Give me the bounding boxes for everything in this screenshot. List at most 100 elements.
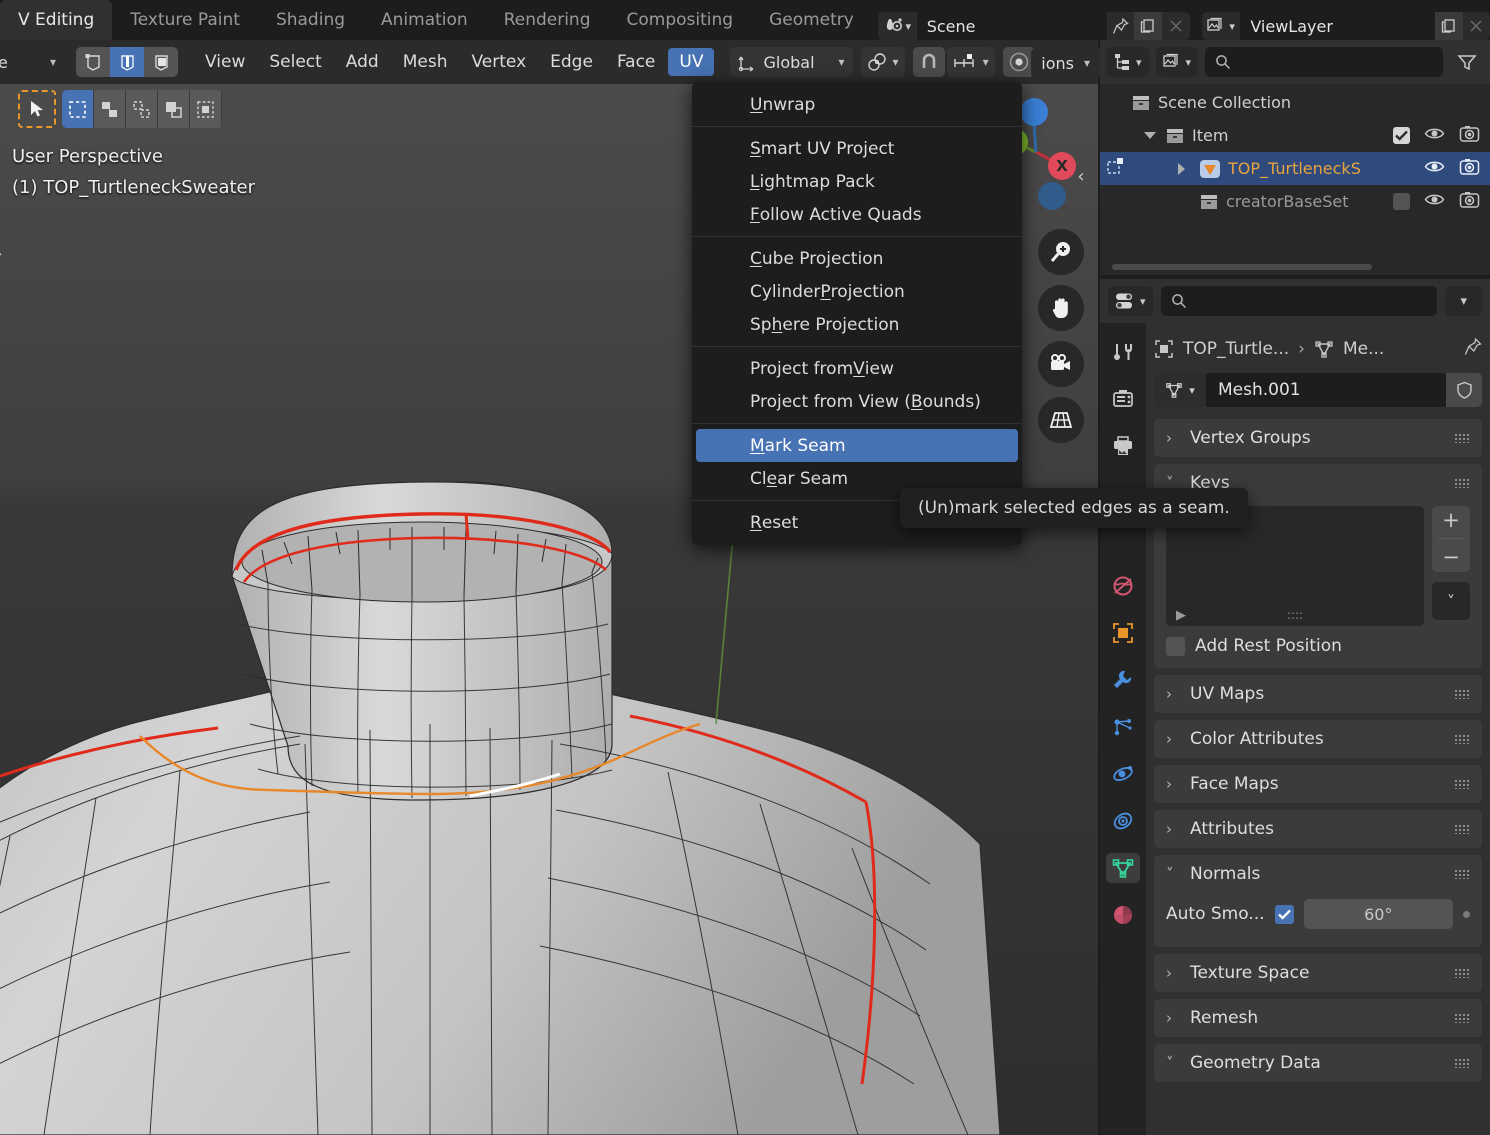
transform-orientation-dropdown[interactable]: Global ▾ <box>730 47 852 77</box>
gizmo-axis-z-neg[interactable] <box>1038 182 1066 210</box>
delete-scene-icon[interactable] <box>1162 12 1190 40</box>
gizmo-axis-z[interactable] <box>1020 98 1048 126</box>
properties-editor[interactable]: ▾ ▾ TOP_Turtle... › Me... <box>1100 279 1490 1135</box>
visibility-eye-icon[interactable] <box>1424 191 1445 212</box>
workspace-tab-v-editing[interactable]: V Editing <box>0 0 112 40</box>
select-box-icon[interactable] <box>62 90 94 128</box>
add-shape-key-button[interactable]: + <box>1442 510 1460 531</box>
outliner-row[interactable]: Item <box>1100 119 1490 152</box>
mesh-datablock-row[interactable]: ▾ Mesh.001 <box>1154 373 1482 407</box>
viewport-menu-add[interactable]: Add <box>335 48 390 76</box>
snap-settings-dropdown[interactable]: ▾ <box>947 47 995 77</box>
pivot-point-dropdown[interactable]: ▾ <box>861 47 905 77</box>
panel-header[interactable]: ›UV Maps <box>1154 675 1482 713</box>
new-scene-icon[interactable] <box>1134 12 1162 40</box>
collection-exclude-checkbox[interactable] <box>1393 193 1410 210</box>
menu-item-smart-uv-project[interactable]: Smart UV Project <box>696 132 1018 165</box>
add-rest-position-row[interactable]: Add Rest Position <box>1166 636 1470 656</box>
proportional-editing-icon[interactable] <box>1003 47 1035 77</box>
viewlayer-name[interactable]: ViewLayer <box>1240 12 1435 40</box>
mesh-datablock-name[interactable]: Mesh.001 <box>1206 373 1446 407</box>
properties-tab-object[interactable] <box>1106 618 1140 648</box>
panel-header[interactable]: ›Vertex Groups <box>1154 419 1482 457</box>
select-difference-icon[interactable] <box>190 90 222 128</box>
panel-header[interactable]: ›Face Maps <box>1154 765 1482 803</box>
panel-drag-grip[interactable] <box>1454 779 1470 789</box>
panel-header[interactable]: ›Texture Space <box>1154 954 1482 992</box>
scene-selector[interactable]: ▾ Scene <box>878 12 1190 40</box>
visibility-eye-icon[interactable] <box>1424 158 1445 179</box>
outliner-filter-id-dropdown[interactable]: ▾ <box>1156 47 1199 77</box>
workspace-tab-geometry[interactable]: Geometry <box>751 0 872 40</box>
properties-tab-render[interactable] <box>1106 384 1140 414</box>
menu-item-cylinder-projection[interactable]: Cylinder Projection <box>696 275 1018 308</box>
sidebar-toggle-arrow[interactable]: › <box>0 244 2 263</box>
panel-drag-grip[interactable] <box>1454 734 1470 744</box>
select-extend-icon[interactable] <box>94 90 126 128</box>
outliner-editor[interactable]: ▾ ▾ Scene CollectionItemTOP_TurtleneckSc… <box>1100 40 1490 275</box>
viewport-menu-edge[interactable]: Edge <box>539 48 604 76</box>
ortho-persp-grid-icon[interactable] <box>1038 397 1084 443</box>
properties-editor-type-dropdown[interactable]: ▾ <box>1108 286 1153 316</box>
scene-name[interactable]: Scene <box>917 12 1107 40</box>
outliner-display-mode-dropdown[interactable]: ▾ <box>1106 47 1149 77</box>
breadcrumb-object[interactable]: TOP_Turtle... <box>1183 339 1289 359</box>
snap-magnet-icon[interactable] <box>913 47 945 77</box>
panel-drag-grip[interactable] <box>1454 824 1470 834</box>
outliner-search-input[interactable] <box>1205 47 1443 77</box>
n-panel-toggle-arrow[interactable]: ‹ <box>1070 159 1092 193</box>
interaction-mode-dropdown[interactable]: ode ▾ <box>0 47 64 77</box>
list-resize-grip[interactable]: :::: <box>1166 608 1424 622</box>
zoom-icon[interactable] <box>1038 229 1084 275</box>
collection-exclude-checkbox[interactable] <box>1393 127 1410 144</box>
viewport-menu-uv[interactable]: UV <box>668 48 714 76</box>
properties-tab-modifier[interactable] <box>1106 665 1140 695</box>
outliner-row[interactable]: TOP_TurtleneckS <box>1100 152 1490 185</box>
panel-drag-grip[interactable] <box>1454 1058 1470 1068</box>
outliner-tree[interactable]: Scene CollectionItemTOP_TurtleneckScreat… <box>1100 84 1490 275</box>
render-camera-icon[interactable] <box>1459 191 1480 213</box>
add-rest-position-checkbox[interactable] <box>1166 637 1185 656</box>
menu-item-project-from-view[interactable]: Project from View <box>696 352 1018 385</box>
outliner-row[interactable]: creatorBaseSet <box>1100 185 1490 218</box>
tweak-tool-icon[interactable] <box>18 90 56 128</box>
viewlayer-browse-icon[interactable]: ▾ <box>1202 12 1240 40</box>
viewport-menu-mesh[interactable]: Mesh <box>392 48 459 76</box>
visibility-eye-icon[interactable] <box>1424 125 1445 146</box>
workspace-tab-animation[interactable]: Animation <box>363 0 486 40</box>
menu-item-lightmap-pack[interactable]: Lightmap Pack <box>696 165 1018 198</box>
properties-tab-output[interactable] <box>1106 431 1140 461</box>
properties-tab-particles[interactable] <box>1106 712 1140 742</box>
panel-drag-grip[interactable] <box>1454 968 1470 978</box>
viewport-menu-face[interactable]: Face <box>606 48 666 76</box>
properties-tab-physics[interactable] <box>1106 759 1140 789</box>
select-intersect-icon[interactable] <box>158 90 190 128</box>
panel-header[interactable]: ˅Geometry Data <box>1154 1044 1482 1082</box>
menu-item-sphere-projection[interactable]: Sphere Projection <box>696 308 1018 341</box>
animate-property-dot[interactable] <box>1463 911 1470 918</box>
panel-drag-grip[interactable] <box>1454 478 1470 488</box>
face-select-mode-icon[interactable] <box>144 47 178 77</box>
properties-tab-object-data[interactable] <box>1106 853 1140 883</box>
outliner-scrollbar[interactable] <box>1112 264 1372 270</box>
workspace-tab-shading[interactable]: Shading <box>258 0 363 40</box>
properties-tab-constraints[interactable] <box>1106 806 1140 836</box>
breadcrumb-mesh[interactable]: Me... <box>1343 339 1384 359</box>
mesh-datablock-browse-icon[interactable]: ▾ <box>1154 373 1206 407</box>
select-tool-group[interactable] <box>62 90 222 128</box>
properties-tab-scene[interactable] <box>1106 571 1140 601</box>
properties-tab-material[interactable] <box>1106 900 1140 930</box>
disclosure-triangle[interactable] <box>1144 132 1158 139</box>
disclosure-triangle[interactable] <box>1178 163 1192 175</box>
properties-tab-tool[interactable] <box>1106 337 1140 367</box>
pin-icon[interactable] <box>1107 12 1135 40</box>
menu-item-project-from-view-bounds-[interactable]: Project from View (Bounds) <box>696 385 1018 418</box>
workspace-tab-texture-paint[interactable]: Texture Paint <box>112 0 258 40</box>
properties-options-dropdown[interactable]: ▾ <box>1445 286 1482 316</box>
menu-item-mark-seam[interactable]: Mark Seam <box>696 429 1018 462</box>
panel-header[interactable]: ›Attributes <box>1154 810 1482 848</box>
fake-user-shield-icon[interactable] <box>1446 373 1482 407</box>
menu-item-follow-active-quads[interactable]: Follow Active Quads <box>696 198 1018 231</box>
viewlayer-selector[interactable]: ▾ ViewLayer <box>1202 12 1490 40</box>
outliner-filter-icon[interactable] <box>1450 47 1484 77</box>
